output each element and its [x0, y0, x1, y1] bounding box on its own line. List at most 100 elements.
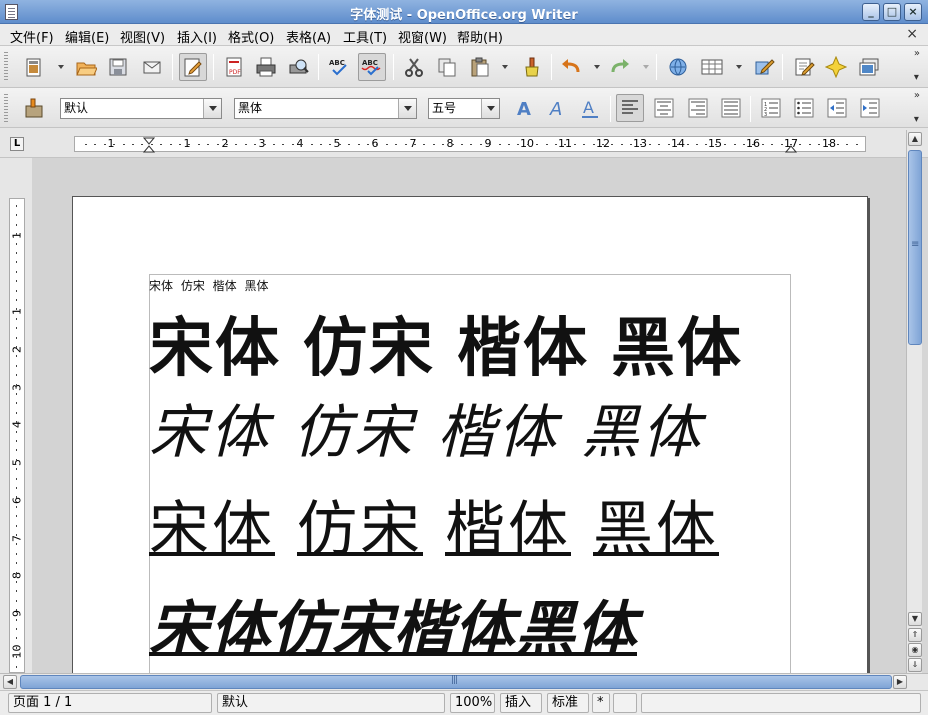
- numbering-button[interactable]: 123: [757, 94, 785, 122]
- page-style-indicator[interactable]: 默认: [217, 693, 445, 713]
- hyperlink-button[interactable]: [664, 53, 692, 81]
- autospellcheck-button[interactable]: ABC: [358, 53, 386, 81]
- previous-page-button[interactable]: ⇑: [908, 628, 922, 642]
- chevron-down-icon[interactable]: [203, 99, 221, 118]
- menu-help[interactable]: 帮助(H): [457, 27, 503, 46]
- font-names-line[interactable]: 宋体 仿宋 楷体 黑体: [149, 277, 268, 294]
- ruler-tick: [169, 144, 172, 145]
- new-document-button[interactable]: [20, 53, 48, 81]
- word-heiti: 黑体: [611, 312, 743, 386]
- maximize-button[interactable]: □: [883, 3, 901, 21]
- menu-edit[interactable]: 编辑(E): [65, 27, 109, 46]
- minimize-button[interactable]: _: [862, 3, 880, 21]
- save-button[interactable]: [104, 53, 132, 81]
- paste-button[interactable]: [466, 53, 494, 81]
- font-name-select[interactable]: 黑体: [234, 98, 417, 119]
- navigation-button[interactable]: ◉: [908, 643, 922, 657]
- gallery-button[interactable]: [855, 53, 883, 81]
- insert-mode-indicator[interactable]: 插入: [500, 693, 542, 713]
- edit-file-button[interactable]: [179, 53, 207, 81]
- zoom-indicator[interactable]: 100%: [450, 693, 495, 713]
- print-preview-button[interactable]: [285, 53, 313, 81]
- undo-button[interactable]: [557, 53, 585, 81]
- bold-sample-line[interactable]: 宋体 仿宋 楷体 黑体: [149, 297, 765, 389]
- chevron-down-icon[interactable]: [398, 99, 416, 118]
- vertical-scroll-thumb[interactable]: [908, 150, 922, 345]
- document-area[interactable]: 宋体 仿宋 楷体 黑体 宋体 仿宋 楷体 黑体 宋体 仿宋 楷体 黑体 宋体 仿宋 楷体 黑体 宋…: [32, 158, 906, 673]
- navigator-button[interactable]: [822, 53, 850, 81]
- ruler-tick: [414, 144, 416, 145]
- ruler-tick: [724, 144, 727, 145]
- left-indent-marker[interactable]: [143, 137, 155, 153]
- print-button[interactable]: [252, 53, 280, 81]
- clone-formatting-button[interactable]: [518, 53, 546, 81]
- tab-type-selector[interactable]: L: [10, 137, 24, 151]
- redo-button[interactable]: [606, 53, 634, 81]
- copy-button[interactable]: [433, 53, 461, 81]
- underline-button[interactable]: A: [576, 94, 604, 122]
- horizontal-ruler[interactable]: 1 1 2 3 4 5 6 7 8 9 10 11 12 13 14 15 16 17 18: [74, 136, 866, 153]
- scroll-left-button[interactable]: ◀: [3, 675, 17, 689]
- spellcheck-button[interactable]: ABC: [325, 53, 353, 81]
- email-button[interactable]: [138, 53, 166, 81]
- menu-tools[interactable]: 工具(T): [343, 27, 387, 46]
- ruler-tick: [338, 144, 341, 145]
- horizontal-scroll-thumb[interactable]: [20, 675, 892, 689]
- open-button[interactable]: [72, 53, 100, 81]
- menu-insert[interactable]: 插入(I): [177, 27, 217, 46]
- menu-window[interactable]: 视窗(W): [398, 27, 447, 46]
- page-indicator[interactable]: 页面 1 / 1: [8, 693, 212, 713]
- paste-dropdown-arrow[interactable]: [502, 65, 508, 69]
- page[interactable]: 宋体 仿宋 楷体 黑体 宋体 仿宋 楷体 黑体 宋体 仿宋 楷体 黑体 宋体 仿宋 楷体 黑体 宋…: [72, 196, 868, 673]
- underline-sample-line[interactable]: 宋体 仿宋 楷体 黑体: [149, 481, 719, 568]
- styles-button[interactable]: [20, 94, 48, 122]
- selection-mode-indicator[interactable]: 标准: [547, 693, 589, 713]
- decrease-indent-button[interactable]: [823, 94, 851, 122]
- scroll-up-button[interactable]: ▲: [908, 132, 922, 146]
- align-right-button[interactable]: [684, 94, 712, 122]
- italic-button[interactable]: A: [543, 94, 571, 122]
- ruler-tick: [564, 144, 567, 145]
- ruler-tick: [686, 144, 689, 145]
- cut-button[interactable]: [400, 53, 428, 81]
- word-fangsong: 仿宋: [293, 398, 416, 466]
- draw-functions-button[interactable]: [750, 53, 778, 81]
- export-pdf-button[interactable]: PDF: [220, 53, 248, 81]
- vertical-scrollbar[interactable]: ▲ ▼ ⇑ ◉ ⇓: [906, 130, 922, 673]
- toolbar-overflow-arrow[interactable]: » ▾: [914, 91, 920, 125]
- scroll-down-button[interactable]: ▼: [908, 612, 922, 626]
- bullets-button[interactable]: [790, 94, 818, 122]
- toolbar-grip[interactable]: [4, 52, 8, 80]
- menu-view[interactable]: 视图(V): [120, 27, 165, 46]
- toolbar-overflow-arrow[interactable]: » ▾: [914, 49, 920, 83]
- menu-file[interactable]: 文件(F): [10, 27, 54, 46]
- justify-button[interactable]: [717, 94, 745, 122]
- close-window-button[interactable]: ×: [904, 3, 922, 21]
- chevron-down-icon[interactable]: [481, 99, 499, 118]
- font-size-select[interactable]: 五号: [428, 98, 500, 119]
- menu-table[interactable]: 表格(A): [286, 27, 331, 46]
- bold-button[interactable]: A: [510, 94, 538, 122]
- close-document-button[interactable]: ×: [906, 26, 918, 42]
- menu-format[interactable]: 格式(O): [228, 27, 274, 46]
- vertical-ruler[interactable]: 1 1 2 3 4 5 6 7 8 9 10: [9, 198, 25, 673]
- next-page-button[interactable]: ⇓: [908, 658, 922, 672]
- redo-dropdown-arrow[interactable]: [643, 65, 649, 69]
- horizontal-scrollbar[interactable]: ◀ ▶: [0, 673, 928, 690]
- align-center-button[interactable]: [650, 94, 678, 122]
- undo-dropdown-arrow[interactable]: [594, 65, 600, 69]
- find-replace-button[interactable]: [790, 53, 818, 81]
- align-left-button[interactable]: [616, 94, 644, 122]
- bold-italic-underline-sample-line[interactable]: 宋体仿宋楷体黑体: [149, 581, 637, 668]
- table-dropdown-arrow[interactable]: [736, 65, 742, 69]
- digital-signature-indicator[interactable]: [613, 693, 637, 713]
- toolbar-grip[interactable]: [4, 94, 8, 122]
- new-dropdown-arrow[interactable]: [58, 65, 64, 69]
- ruler-tick: [197, 144, 200, 145]
- paragraph-style-select[interactable]: 默认: [60, 98, 222, 119]
- increase-indent-button[interactable]: [856, 94, 884, 122]
- ruler-tick: [357, 144, 360, 145]
- scroll-right-button[interactable]: ▶: [893, 675, 907, 689]
- table-button[interactable]: [698, 53, 726, 81]
- italic-sample-line[interactable]: 宋体 仿宋 楷体 黑体: [149, 385, 725, 469]
